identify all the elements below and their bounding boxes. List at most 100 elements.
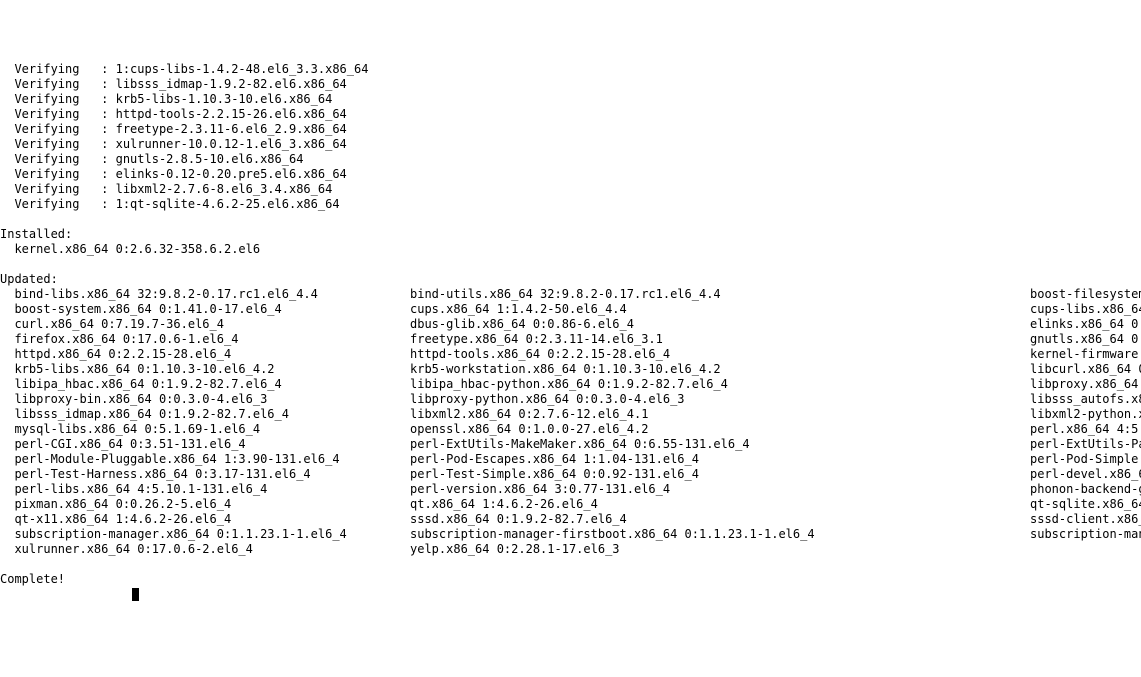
updated-package: qt.x86_64 1:4.6.2-26.el6_4 <box>410 497 1030 512</box>
updated-row: perl-Module-Pluggable.x86_64 1:3.90-131.… <box>0 452 1141 467</box>
updated-package: subscription-manager-firstboot.x86_64 0:… <box>410 527 1030 542</box>
updated-row: libipa_hbac.x86_64 0:1.9.2-82.7.el6_4lib… <box>0 377 1141 392</box>
updated-row: libproxy-bin.x86_64 0:0.3.0-4.el6_3libpr… <box>0 392 1141 407</box>
verifying-prefix: Verifying : <box>0 62 116 76</box>
updated-package: perl-CGI.x86_64 0:3.51-131.el6_4 <box>0 437 410 452</box>
verifying-line: Verifying : 1:qt-sqlite-4.6.2-25.el6.x86… <box>0 197 1141 212</box>
updated-row: perl-CGI.x86_64 0:3.51-131.el6_4perl-Ext… <box>0 437 1141 452</box>
updated-package: firefox.x86_64 0:17.0.6-1.el6_4 <box>0 332 410 347</box>
updated-row: curl.x86_64 0:7.19.7-36.el6_4dbus-glib.x… <box>0 317 1141 332</box>
updated-package: subscription-manager.x86_64 0:1.1.23.1-1… <box>0 527 410 542</box>
updated-package: perl-Module-Pluggable.x86_64 1:3.90-131.… <box>0 452 410 467</box>
updated-package: libcurl.x86_64 0:7.19.7-36.el6_4 <box>1030 362 1141 377</box>
updated-package: libxml2.x86_64 0:2.7.6-12.el6_4.1 <box>410 407 1030 422</box>
shell-prompt: [root@server1 ~]# <box>0 587 130 601</box>
updated-package: krb5-workstation.x86_64 0:1.10.3-10.el6_… <box>410 362 1030 377</box>
updated-row: perl-libs.x86_64 4:5.10.1-131.el6_4perl-… <box>0 482 1141 497</box>
updated-row: httpd.x86_64 0:2.2.15-28.el6_4httpd-tool… <box>0 347 1141 362</box>
updated-package: perl-Test-Harness.x86_64 0:3.17-131.el6_… <box>0 467 410 482</box>
updated-package: krb5-libs.x86_64 0:1.10.3-10.el6_4.2 <box>0 362 410 377</box>
updated-row: boost-system.x86_64 0:1.41.0-17.el6_4cup… <box>0 302 1141 317</box>
updated-package: perl.x86_64 4:5.10.1-131.el6_4 <box>1030 422 1141 437</box>
updated-package: libproxy-bin.x86_64 0:0.3.0-4.el6_3 <box>0 392 410 407</box>
installed-header: Installed: <box>0 227 1141 242</box>
updated-package: perl-Test-Simple.x86_64 0:0.92-131.el6_4 <box>410 467 1030 482</box>
updated-package: perl-ExtUtils-ParseXS.x86_64 1:2.2003 <box>1030 437 1141 452</box>
updated-package: perl-version.x86_64 3:0.77-131.el6_4 <box>410 482 1030 497</box>
complete-message: Complete! <box>0 572 1141 587</box>
updated-package: libproxy-python.x86_64 0:0.3.0-4.el6_3 <box>410 392 1030 407</box>
verifying-prefix: Verifying : <box>0 152 116 166</box>
package-name: elinks-0.12-0.20.pre5.el6.x86_64 <box>116 167 347 181</box>
verifying-prefix: Verifying : <box>0 107 116 121</box>
verifying-line: Verifying : 1:cups-libs-1.4.2-48.el6_3.3… <box>0 62 1141 77</box>
updated-row: firefox.x86_64 0:17.0.6-1.el6_4freetype.… <box>0 332 1141 347</box>
verifying-prefix: Verifying : <box>0 122 116 136</box>
updated-row: xulrunner.x86_64 0:17.0.6-2.el6_4yelp.x8… <box>0 542 1141 557</box>
updated-package: httpd.x86_64 0:2.2.15-28.el6_4 <box>0 347 410 362</box>
updated-package: elinks.x86_64 0:0.12-0.21.pre5.el6_3 <box>1030 317 1141 332</box>
updated-row: krb5-libs.x86_64 0:1.10.3-10.el6_4.2krb5… <box>0 362 1141 377</box>
updated-package: perl-ExtUtils-MakeMaker.x86_64 0:6.55-13… <box>410 437 1030 452</box>
verifying-prefix: Verifying : <box>0 182 116 196</box>
updated-package: openssl.x86_64 0:1.0.0-27.el6_4.2 <box>410 422 1030 437</box>
verifying-line: Verifying : xulrunner-10.0.12-1.el6_3.x8… <box>0 137 1141 152</box>
package-name: freetype-2.3.11-6.el6_2.9.x86_64 <box>116 122 347 136</box>
verifying-line: Verifying : libsss_idmap-1.9.2-82.el6.x8… <box>0 77 1141 92</box>
updated-package: kernel-firmware.noarch 0:2.6.32-358.6 <box>1030 347 1141 362</box>
updated-package: mysql-libs.x86_64 0:5.1.69-1.el6_4 <box>0 422 410 437</box>
verifying-prefix: Verifying : <box>0 167 116 181</box>
updated-row: bind-libs.x86_64 32:9.8.2-0.17.rc1.el6_4… <box>0 287 1141 302</box>
updated-row: perl-Test-Harness.x86_64 0:3.17-131.el6_… <box>0 467 1141 482</box>
verifying-line: Verifying : libxml2-2.7.6-8.el6_3.4.x86_… <box>0 182 1141 197</box>
updated-package: cups-libs.x86_64 1:1.4.2-50.el6_4.4 <box>1030 302 1141 317</box>
updated-package: qt-sqlite.x86_64 1:4.6.2-26.el6_4 <box>1030 497 1141 512</box>
verifying-prefix: Verifying : <box>0 92 116 106</box>
package-name: libxml2-2.7.6-8.el6_3.4.x86_64 <box>116 182 333 196</box>
updated-row: subscription-manager.x86_64 0:1.1.23.1-1… <box>0 527 1141 542</box>
updated-package: libsss_autofs.x86_64 0:1.9.2-82.7.el6 <box>1030 392 1141 407</box>
package-name: 1:cups-libs-1.4.2-48.el6_3.3.x86_64 <box>116 62 369 76</box>
updated-package: bind-utils.x86_64 32:9.8.2-0.17.rc1.el6_… <box>410 287 1030 302</box>
updated-package: gnutls.x86_64 0:2.8.5-10.el6_4.1 <box>1030 332 1141 347</box>
terminal-output: Verifying : 1:cups-libs-1.4.2-48.el6_3.3… <box>0 62 1141 602</box>
updated-header: Updated: <box>0 272 1141 287</box>
updated-row: libsss_idmap.x86_64 0:1.9.2-82.7.el6_4li… <box>0 407 1141 422</box>
verifying-line: Verifying : krb5-libs-1.10.3-10.el6.x86_… <box>0 92 1141 107</box>
updated-package: dbus-glib.x86_64 0:0.86-6.el6_4 <box>410 317 1030 332</box>
updated-package: freetype.x86_64 0:2.3.11-14.el6_3.1 <box>410 332 1030 347</box>
verifying-prefix: Verifying : <box>0 197 116 211</box>
updated-package: subscription-manager-gui.x86_64 0:1.1 <box>1030 527 1141 542</box>
package-name: 1:qt-sqlite-4.6.2-25.el6.x86_64 <box>116 197 340 211</box>
shell-prompt-line[interactable]: [root@server1 ~]# <box>0 587 1141 602</box>
package-name: krb5-libs-1.10.3-10.el6.x86_64 <box>116 92 333 106</box>
verifying-line: Verifying : httpd-tools-2.2.15-26.el6.x8… <box>0 107 1141 122</box>
verifying-line: Verifying : elinks-0.12-0.20.pre5.el6.x8… <box>0 167 1141 182</box>
verifying-prefix: Verifying : <box>0 137 116 151</box>
updated-package: curl.x86_64 0:7.19.7-36.el6_4 <box>0 317 410 332</box>
installed-package: kernel.x86_64 0:2.6.32-358.6.2.el6 <box>0 242 1141 257</box>
updated-package: libsss_idmap.x86_64 0:1.9.2-82.7.el6_4 <box>0 407 410 422</box>
verifying-line: Verifying : freetype-2.3.11-6.el6_2.9.x8… <box>0 122 1141 137</box>
package-name: httpd-tools-2.2.15-26.el6.x86_64 <box>116 107 347 121</box>
updated-package: bind-libs.x86_64 32:9.8.2-0.17.rc1.el6_4… <box>0 287 410 302</box>
updated-package: libproxy.x86_64 0:0.3.0-4.el6_3 <box>1030 377 1141 392</box>
cursor-icon <box>132 588 139 601</box>
updated-package: perl-Pod-Escapes.x86_64 1:1.04-131.el6_4 <box>410 452 1030 467</box>
updated-package: xulrunner.x86_64 0:17.0.6-2.el6_4 <box>0 542 410 557</box>
updated-package: perl-libs.x86_64 4:5.10.1-131.el6_4 <box>0 482 410 497</box>
updated-package: perl-devel.x86_64 4:5.10.1-131.el6_4 <box>1030 467 1141 482</box>
verifying-prefix: Verifying : <box>0 77 116 91</box>
updated-package: libxml2-python.x86_64 0:2.7.6-12.el6_ <box>1030 407 1141 422</box>
updated-package: phonon-backend-gstreamer.x86_64 1:4.6 <box>1030 482 1141 497</box>
package-name: libsss_idmap-1.9.2-82.el6.x86_64 <box>116 77 347 91</box>
package-name: xulrunner-10.0.12-1.el6_3.x86_64 <box>116 137 347 151</box>
updated-package: cups.x86_64 1:1.4.2-50.el6_4.4 <box>410 302 1030 317</box>
updated-package: libipa_hbac.x86_64 0:1.9.2-82.7.el6_4 <box>0 377 410 392</box>
updated-package: boost-system.x86_64 0:1.41.0-17.el6_4 <box>0 302 410 317</box>
updated-package: libipa_hbac-python.x86_64 0:1.9.2-82.7.e… <box>410 377 1030 392</box>
updated-package: yelp.x86_64 0:2.28.1-17.el6_3 <box>410 542 1030 557</box>
updated-row: pixman.x86_64 0:0.26.2-5.el6_4qt.x86_64 … <box>0 497 1141 512</box>
updated-row: mysql-libs.x86_64 0:5.1.69-1.el6_4openss… <box>0 422 1141 437</box>
updated-package: pixman.x86_64 0:0.26.2-5.el6_4 <box>0 497 410 512</box>
